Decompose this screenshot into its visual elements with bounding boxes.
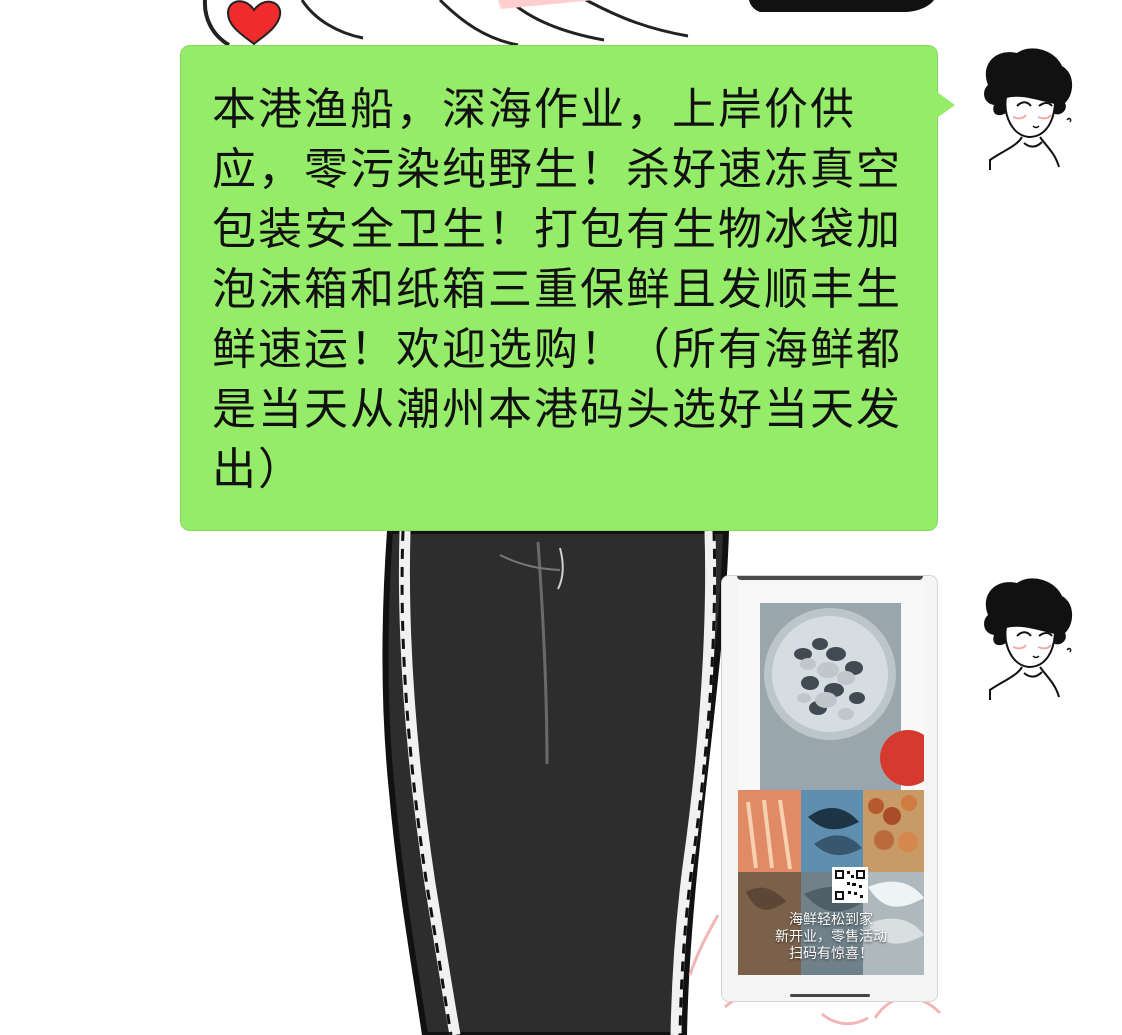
- cartoon-boy-avatar-icon: [984, 48, 1073, 170]
- message-text: 本港渔船，深海作业，上岸价供应，零污染纯野生！杀好速冻真空包装安全卫生！打包有生…: [212, 84, 902, 495]
- overlay-line-1: 海鲜轻松到家: [789, 912, 873, 928]
- message-bubble-tail: [937, 92, 955, 118]
- overlay-line-2: 新开业，零售活动: [775, 929, 887, 945]
- home-indicator: [790, 994, 870, 997]
- image-overlay-text: 海鲜轻松到家 新开业，零售活动 扫码有惊喜！: [738, 912, 924, 963]
- sender-avatar-bottom[interactable]: [978, 575, 1076, 700]
- image-top-bar: [737, 576, 923, 580]
- sender-avatar-top[interactable]: [978, 45, 1076, 170]
- background-heart-icon: [226, 0, 282, 46]
- qr-code-icon: [832, 867, 868, 903]
- qr-code: [832, 867, 868, 903]
- message-bubble-text[interactable]: 本港渔船，深海作业，上岸价供应，零污染纯野生！杀好速冻真空包装安全卫生！打包有生…: [180, 45, 938, 531]
- image-message[interactable]: 海鲜轻松到家 新开业，零售活动 扫码有惊喜！: [721, 575, 938, 1002]
- chat-screen: 本港渔船，深海作业，上岸价供应，零污染纯野生！杀好速冻真空包装安全卫生！打包有生…: [0, 0, 1122, 1035]
- seafood-poster-image: 海鲜轻松到家 新开业，零售活动 扫码有惊喜！: [738, 582, 924, 975]
- cartoon-boy-avatar-icon: [984, 578, 1073, 700]
- overlay-line-3: 扫码有惊喜！: [789, 946, 873, 962]
